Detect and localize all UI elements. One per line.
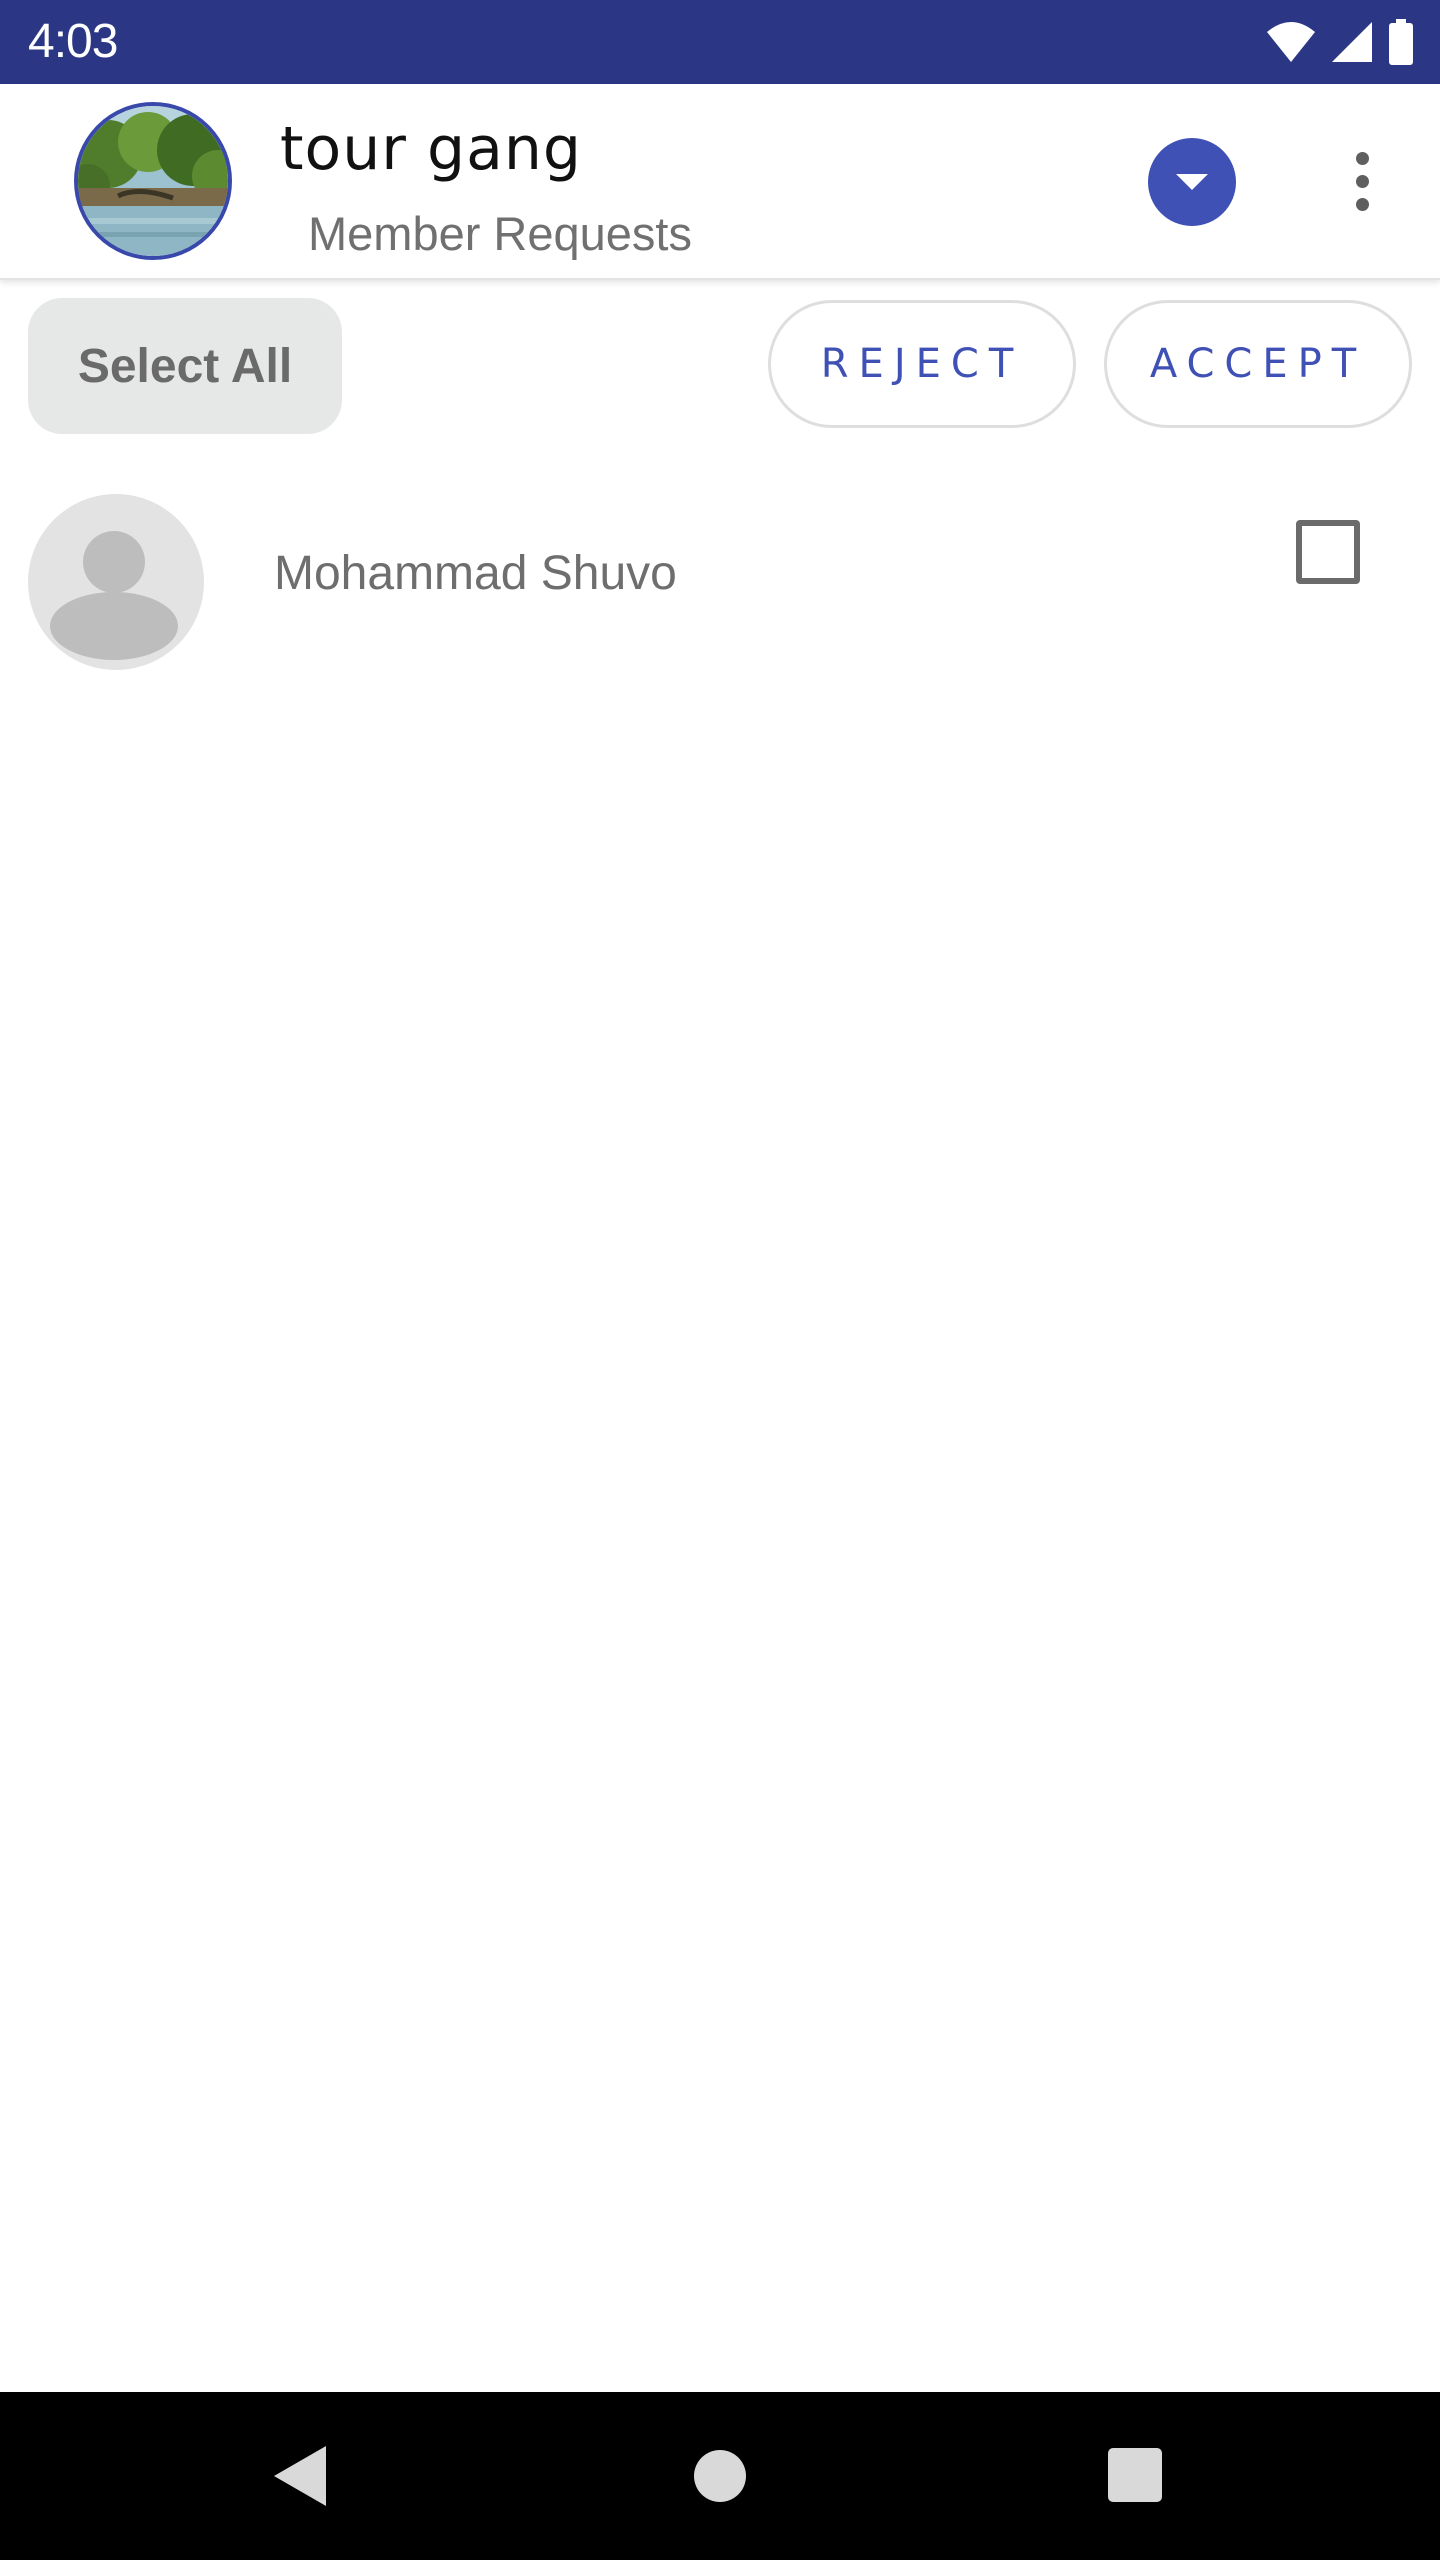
system-nav-bar [0, 2392, 1440, 2560]
list-item[interactable]: Mohammad Shuvo [0, 490, 1440, 674]
recents-icon[interactable] [1108, 2448, 1162, 2502]
back-icon[interactable] [272, 2444, 328, 2508]
battery-icon [1389, 19, 1413, 65]
chevron-down-icon [1176, 174, 1208, 190]
status-time: 4:03 [28, 15, 118, 68]
group-avatar[interactable] [74, 102, 232, 260]
app-toolbar: tour gang Member Requests [0, 84, 1440, 280]
request-checkbox[interactable] [1296, 520, 1360, 584]
reject-button[interactable]: REJECT [768, 300, 1076, 428]
landscape-image [78, 106, 228, 256]
dropdown-button[interactable] [1148, 138, 1236, 226]
status-bar: 4:03 [0, 0, 1440, 84]
more-vert-icon-dot [1355, 197, 1369, 211]
more-vert-icon [1355, 151, 1369, 165]
more-options-button[interactable] [1340, 136, 1384, 226]
page-subtitle: Member Requests [308, 207, 692, 260]
requester-name: Mohammad Shuvo [274, 547, 677, 600]
more-vert-icon-dot [1355, 174, 1369, 188]
status-icons [1266, 18, 1414, 66]
wifi-icon [1267, 22, 1315, 62]
home-icon[interactable] [694, 2450, 746, 2502]
cell-signal-icon [1332, 22, 1372, 62]
accept-button[interactable]: ACCEPT [1104, 300, 1412, 428]
avatar [28, 494, 204, 670]
select-all-button[interactable]: Select All [28, 298, 342, 434]
group-title: tour gang [280, 114, 582, 184]
person-placeholder-icon [28, 494, 204, 670]
